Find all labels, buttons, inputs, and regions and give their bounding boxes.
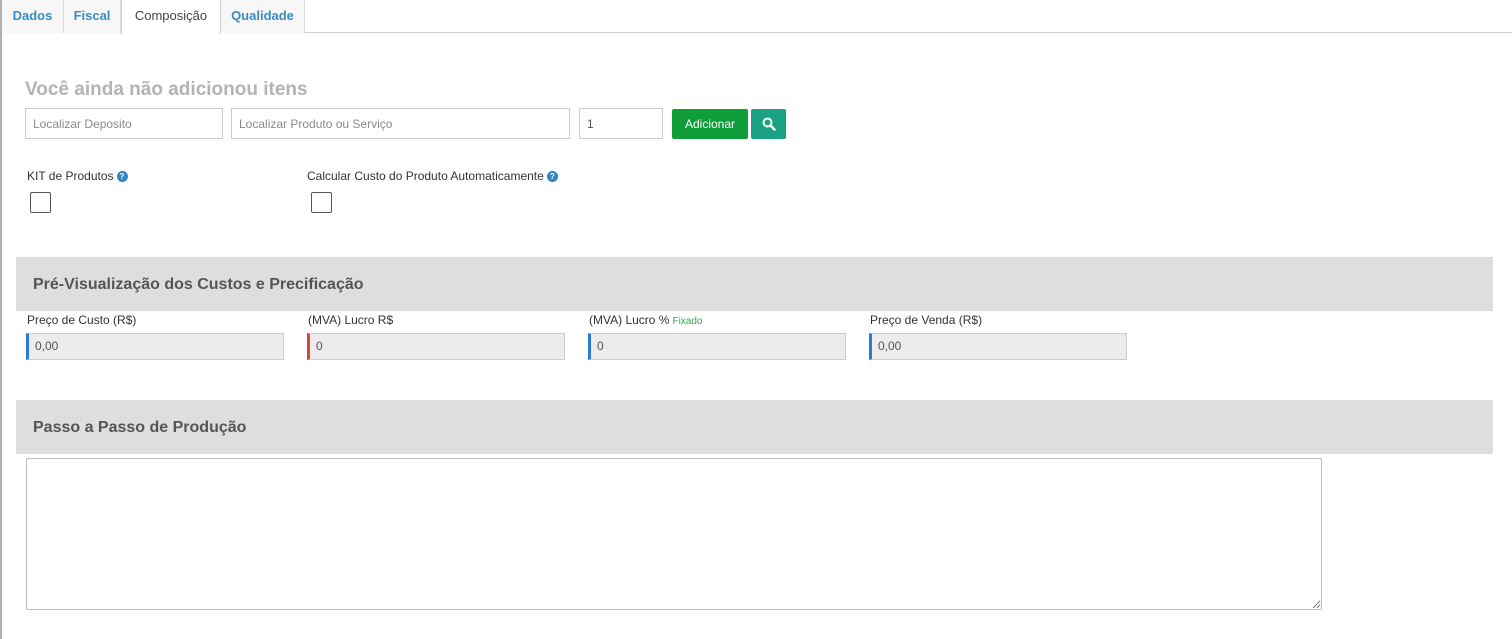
add-item-button[interactable]: Adicionar: [672, 109, 748, 139]
product-search-input[interactable]: [231, 108, 570, 139]
pricing-section-header: Pré-Visualização dos Custos e Precificaç…: [16, 257, 1493, 311]
production-section-title: Passo a Passo de Produção: [33, 419, 247, 436]
sale-price-field[interactable]: 0,00: [869, 333, 1127, 360]
mva-value-label: (MVA) Lucro R$: [308, 313, 394, 327]
kit-label: KIT de Produtos: [27, 169, 114, 183]
kit-option: KIT de Produtos?: [27, 169, 128, 183]
empty-items-title: Você ainda não adicionou itens: [25, 79, 308, 100]
fixado-badge: Fixado: [672, 316, 703, 327]
tab-bar: Dados Fiscal Composição Qualidade: [2, 0, 1512, 34]
kit-checkbox[interactable]: [30, 192, 51, 213]
tab-qualidade[interactable]: Qualidade: [221, 0, 305, 33]
tab-dados[interactable]: Dados: [2, 0, 64, 33]
auto-cost-checkbox[interactable]: [311, 192, 332, 213]
production-steps-textarea[interactable]: [26, 458, 1322, 610]
mva-percent-field[interactable]: 0: [588, 333, 846, 360]
production-section-header: Passo a Passo de Produção: [16, 400, 1493, 454]
pricing-section-title: Pré-Visualização dos Custos e Precificaç…: [33, 276, 364, 293]
auto-cost-label: Calcular Custo do Produto Automaticament…: [307, 169, 544, 183]
search-button[interactable]: [751, 109, 786, 139]
mva-value-field[interactable]: 0: [307, 333, 565, 360]
sale-price-label: Preço de Venda (R$): [870, 313, 983, 327]
quantity-input[interactable]: [579, 108, 663, 139]
search-icon: [762, 117, 776, 131]
question-circle-icon[interactable]: ?: [546, 171, 558, 183]
cost-price-field[interactable]: 0,00: [26, 333, 284, 360]
question-circle-icon[interactable]: ?: [116, 171, 128, 183]
deposit-search-input[interactable]: [25, 108, 223, 139]
mva-percent-label: (MVA) Lucro %: [589, 313, 670, 327]
auto-cost-option: Calcular Custo do Produto Automaticament…: [307, 169, 558, 183]
tab-composicao[interactable]: Composição: [121, 0, 221, 34]
mva-percent-label-group: (MVA) Lucro % Fixado: [589, 313, 702, 327]
cost-price-label: Preço de Custo (R$): [27, 313, 137, 327]
page-left-border: [0, 0, 2, 639]
tab-fiscal[interactable]: Fiscal: [64, 0, 121, 33]
